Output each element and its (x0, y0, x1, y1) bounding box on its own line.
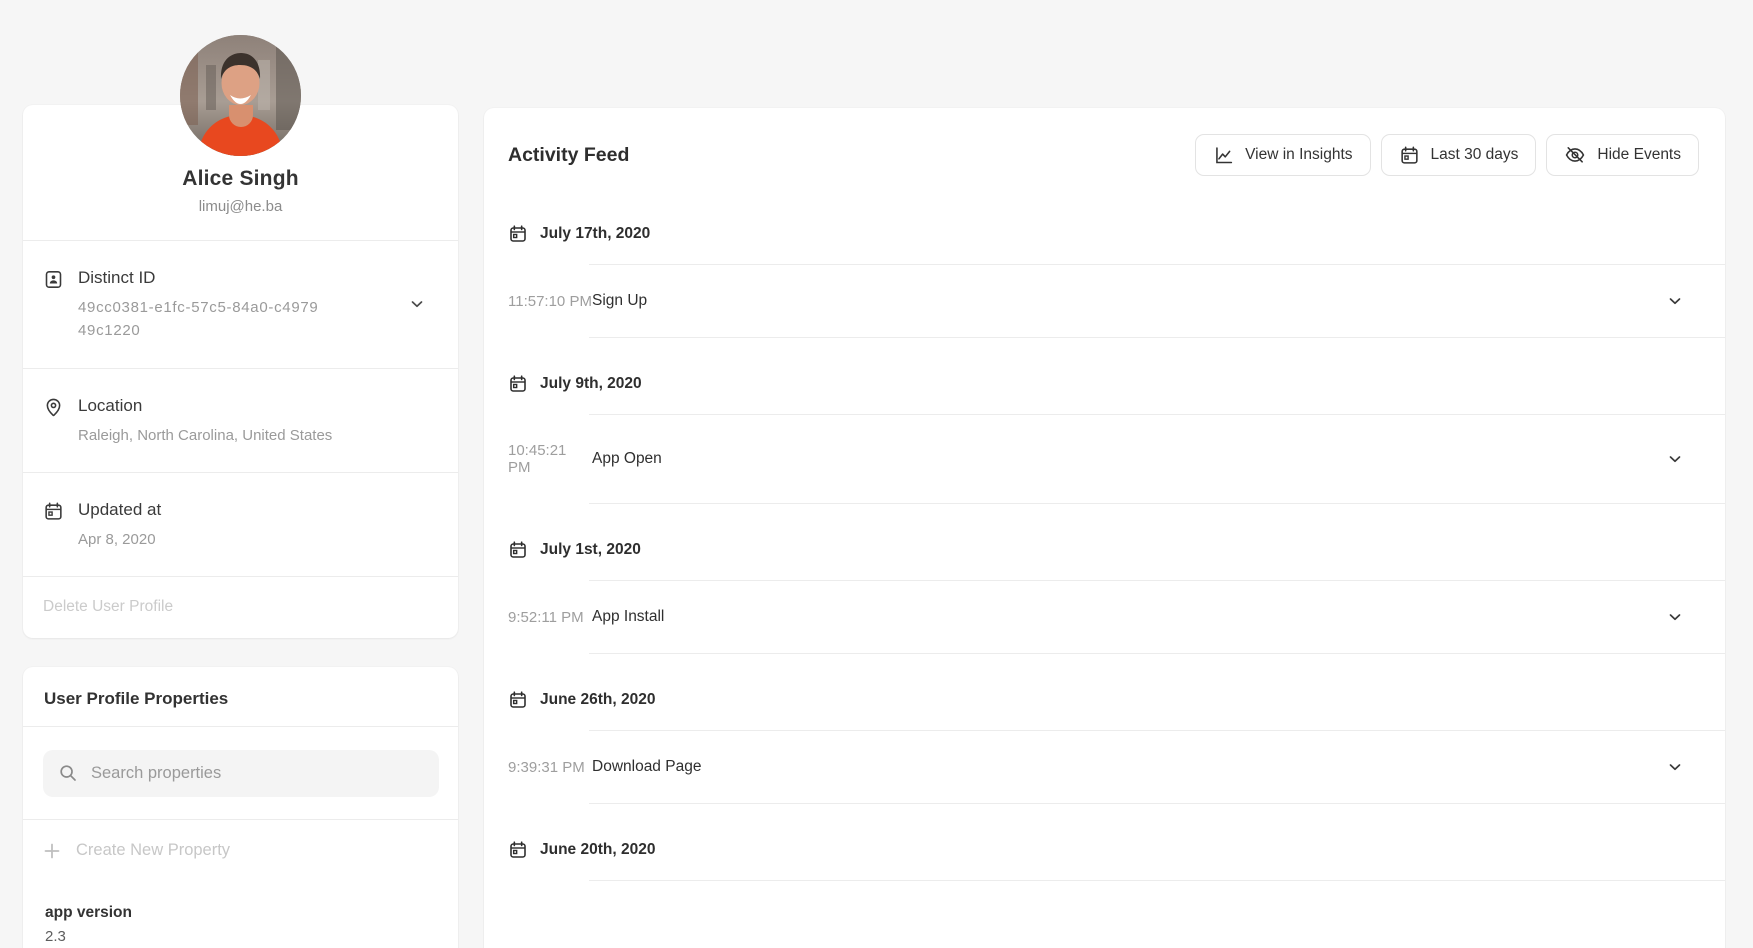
activity-feed-header: Activity Feed View in Insights Last 30 d… (484, 108, 1725, 188)
updated-at-field: Updated at Apr 8, 2020 (23, 472, 458, 576)
event-name: Download Page (592, 758, 701, 776)
updated-at-body: Updated at Apr 8, 2020 (78, 500, 161, 551)
chevron-down-icon[interactable] (1667, 759, 1683, 775)
avatar-illustration (180, 35, 301, 156)
eye-off-icon (1564, 144, 1586, 166)
calendar-icon (508, 540, 528, 560)
properties-search-section (23, 726, 458, 819)
chevron-down-icon[interactable] (1667, 451, 1683, 467)
user-profile-properties-title: User Profile Properties (23, 667, 458, 726)
event-name: Sign Up (592, 292, 647, 310)
feed-date-row: July 1st, 2020 (508, 504, 1725, 580)
feed-date-label: July 1st, 2020 (540, 541, 641, 559)
event-time: 11:57:10 PM (508, 293, 592, 310)
avatar (180, 35, 301, 156)
feed-date-row: June 20th, 2020 (508, 804, 1725, 880)
updated-at-label: Updated at (78, 500, 161, 520)
event-time: 9:39:31 PM (508, 759, 592, 776)
updated-at-value: Apr 8, 2020 (78, 528, 161, 551)
activity-feed-list: July 17th, 2020 11:57:10 PM Sign Up July… (508, 188, 1725, 881)
view-in-insights-label: View in Insights (1245, 146, 1352, 164)
calendar-icon (43, 501, 64, 522)
calendar-icon (1399, 145, 1420, 166)
profile-name: Alice Singh (43, 167, 438, 191)
plus-icon (44, 843, 60, 859)
feed-date-row: June 26th, 2020 (508, 654, 1725, 730)
profile-email: limuj@he.ba (43, 198, 438, 215)
location-value: Raleigh, North Carolina, United States (78, 424, 332, 447)
activity-feed-title: Activity Feed (508, 144, 629, 167)
profile-sidebar: Alice Singh limuj@he.ba Distinct ID 49cc… (23, 105, 458, 948)
activity-feed-card: Activity Feed View in Insights Last 30 d… (484, 108, 1725, 948)
location-body: Location Raleigh, North Carolina, United… (78, 396, 332, 447)
create-new-property-row: Create New Property (23, 819, 458, 880)
feed-event-row[interactable]: 11:57:10 PM Sign Up (508, 265, 1725, 337)
feed-event-row[interactable]: 10:45:21 PM App Open (508, 415, 1725, 503)
search-box (43, 750, 439, 797)
search-icon (59, 764, 77, 782)
distinct-id-value: 49cc0381-e1fc-57c5-84a0-c497949c1220 (78, 296, 320, 343)
feed-date-label: July 9th, 2020 (540, 375, 642, 393)
hide-events-button[interactable]: Hide Events (1546, 134, 1699, 176)
id-badge-icon (43, 269, 64, 290)
feed-event-row[interactable]: 9:39:31 PM Download Page (508, 731, 1725, 803)
calendar-icon (508, 840, 528, 860)
event-name: App Open (592, 450, 662, 468)
feed-date-label: June 26th, 2020 (540, 691, 655, 709)
feed-date-label: July 17th, 2020 (540, 225, 650, 243)
property-value: 2.3 (45, 928, 436, 945)
profile-card: Alice Singh limuj@he.ba Distinct ID 49cc… (23, 105, 458, 638)
hide-events-label: Hide Events (1597, 146, 1681, 164)
distinct-id-field: Distinct ID 49cc0381-e1fc-57c5-84a0-c497… (23, 240, 458, 368)
location-label: Location (78, 396, 332, 416)
property-row-app-version[interactable]: app version 2.3 (23, 880, 458, 948)
map-pin-icon (43, 397, 64, 418)
chevron-down-icon[interactable] (409, 296, 425, 312)
create-new-property-button[interactable]: Create New Property (76, 841, 230, 860)
calendar-icon (508, 374, 528, 394)
calendar-icon (508, 224, 528, 244)
view-in-insights-button[interactable]: View in Insights (1195, 134, 1370, 176)
chevron-down-icon[interactable] (1667, 293, 1683, 309)
property-name: app version (45, 904, 436, 922)
feed-date-row: July 9th, 2020 (508, 338, 1725, 414)
calendar-icon (508, 690, 528, 710)
event-time: 9:52:11 PM (508, 609, 592, 626)
chevron-down-icon[interactable] (1667, 609, 1683, 625)
last-30-days-button[interactable]: Last 30 days (1381, 134, 1537, 176)
event-name: App Install (592, 608, 664, 626)
event-time: 10:45:21 PM (508, 442, 592, 476)
line-chart-icon (1213, 145, 1234, 166)
delete-user-profile-button[interactable]: Delete User Profile (43, 598, 173, 616)
activity-feed-actions: View in Insights Last 30 days Hi (1195, 134, 1699, 176)
search-properties-input[interactable] (43, 750, 439, 797)
delete-row: Delete User Profile (23, 576, 458, 638)
user-profile-properties-card: User Profile Properties Create New Prope… (23, 667, 458, 948)
feed-event-row[interactable]: 9:52:11 PM App Install (508, 581, 1725, 653)
feed-date-row: July 17th, 2020 (508, 188, 1725, 264)
distinct-id-body: Distinct ID 49cc0381-e1fc-57c5-84a0-c497… (78, 268, 320, 343)
location-field: Location Raleigh, North Carolina, United… (23, 368, 458, 472)
distinct-id-label: Distinct ID (78, 268, 320, 288)
feed-date-label: June 20th, 2020 (540, 841, 655, 859)
last-30-days-label: Last 30 days (1431, 146, 1519, 164)
feed-divider (589, 880, 1725, 881)
